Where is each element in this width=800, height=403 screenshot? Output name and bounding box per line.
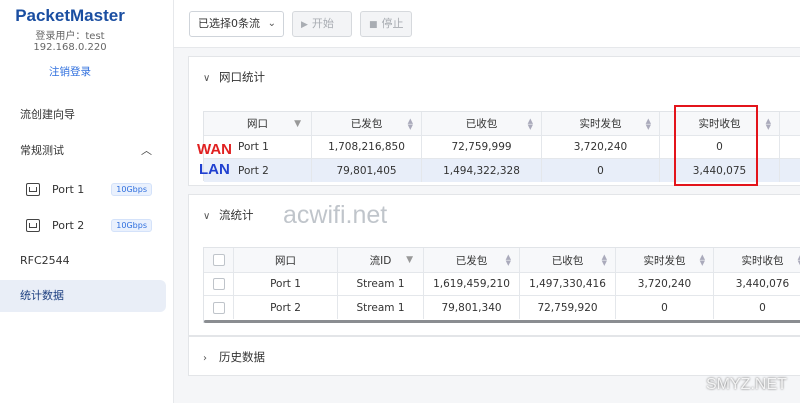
chevron-down-icon: ⌄ <box>267 18 276 29</box>
port-speed-badge: 10Gbps <box>111 218 152 232</box>
column-header[interactable]: 流ID ▼ <box>338 248 424 272</box>
row-checkbox[interactable] <box>212 278 225 290</box>
highlight-box <box>674 105 758 186</box>
chevron-up-icon: ︿ <box>141 144 152 157</box>
port-speed-badge: 10Gbps <box>111 182 152 196</box>
sort-icon[interactable]: ▲▼ <box>528 117 533 130</box>
column-header[interactable]: 实时发包 ▲ ▼ <box>542 112 660 135</box>
ethernet-port-icon <box>26 218 40 232</box>
table-row[interactable]: Port 2 Stream 1 79,801,340 72,759,920 0 … <box>204 296 800 319</box>
port-stats-title: 网口统计 <box>219 70 265 84</box>
sidebar: PacketMaster 登录用户：test 192.168.0.220 注销登… <box>0 0 174 403</box>
ethernet-port-icon <box>26 182 40 196</box>
filter-icon[interactable]: ▼ <box>406 255 413 265</box>
logout-link[interactable]: 注销登录 <box>0 64 140 79</box>
nav-port-1[interactable]: Port 1 10Gbps <box>0 172 166 206</box>
filter-icon[interactable]: ▼ <box>294 119 301 129</box>
flow-stats-table: 网口 流ID▼ 已发包▲▼ 已收包▲▼ 实时发包▲▼ 实时收包▲▼ Port 1… <box>203 247 800 323</box>
column-header[interactable]: 网口 <box>234 248 338 272</box>
stop-button-label: 停止 <box>381 17 404 30</box>
stop-button[interactable]: ■ 停止 <box>360 11 412 37</box>
sort-icon[interactable]: ▲▼ <box>766 117 771 130</box>
stop-icon: ■ <box>369 20 378 30</box>
start-button-label: 开始 <box>311 17 334 30</box>
table-header-row: 网口 流ID▼ 已发包▲▼ 已收包▲▼ 实时发包▲▼ 实时收包▲▼ <box>204 248 800 273</box>
play-icon: ▶ <box>301 20 308 30</box>
chevron-down-icon: ∨ <box>203 211 211 222</box>
flow-select-value: 已选择0条流 <box>198 17 260 30</box>
history-panel: › 历史数据 <box>188 336 800 376</box>
flow-stats-title: 流统计 <box>219 208 254 222</box>
column-header[interactable]: 已发包 ▲ ▼ <box>424 248 520 272</box>
column-header[interactable]: 已发包 ▲ ▼ <box>312 112 422 135</box>
center-watermark: acwifi.net <box>283 201 388 229</box>
table-row[interactable]: Port 1 Stream 1 1,619,459,210 1,497,330,… <box>204 273 800 296</box>
corner-watermark: SMYZ.NET <box>706 376 787 393</box>
column-header[interactable]: 已收包 ▲ ▼ <box>422 112 542 135</box>
flow-stats-header[interactable]: ∨ 流统计 <box>189 195 800 235</box>
brand-logo: PacketMaster <box>15 6 125 25</box>
column-header[interactable]: 实时收包▲▼ <box>714 248 800 272</box>
start-button[interactable]: ▶ 开始 <box>292 11 352 37</box>
lan-annotation: LAN <box>199 161 230 178</box>
nav-port-2-label: Port 2 <box>52 218 85 232</box>
history-title: 历史数据 <box>219 350 265 364</box>
history-header[interactable]: › 历史数据 <box>189 337 800 377</box>
nav-port-2[interactable]: Port 2 10Gbps <box>0 208 166 242</box>
port-stats-header[interactable]: ∨ 网口统计 <box>189 57 800 97</box>
sort-icon[interactable]: ▲▼ <box>408 117 413 130</box>
chevron-right-icon: › <box>203 353 207 364</box>
chevron-down-icon: ∨ <box>203 73 211 84</box>
column-header[interactable]: 实时发包 ▲ ▼ <box>616 248 714 272</box>
sort-icon[interactable]: ▲▼ <box>700 254 705 267</box>
select-all-checkbox[interactable] <box>212 254 225 266</box>
row-checkbox[interactable] <box>212 301 225 314</box>
nav-general-test[interactable]: 常规测试 ︿ <box>0 135 166 167</box>
main-content: ∨ 网口统计 网口 ▼ 已发包 ▲ ▼ 已收包 ▲ ▼ 实时发包 ▲ ▼ 实时收包 ▲ ▼ Port… <box>174 48 800 403</box>
sort-icon[interactable]: ▲▼ <box>602 254 607 267</box>
sort-icon[interactable]: ▲▼ <box>506 254 511 267</box>
sort-icon[interactable]: ▲▼ <box>646 117 651 130</box>
column-header[interactable]: 网口 ▼ <box>204 112 312 135</box>
nav-port-1-label: Port 1 <box>52 182 85 196</box>
horizontal-scrollbar[interactable] <box>204 320 800 323</box>
login-user-text: 登录用户：test <box>35 31 105 42</box>
device-ip-text: 192.168.0.220 <box>33 42 107 53</box>
flow-stats-panel: ∨ 流统计 网口 流ID▼ 已发包▲▼ 已收包▲▼ 实时发包▲▼ 实时收包▲▼ P… <box>188 194 800 336</box>
toolbar: 已选择0条流 ⌄ ▶ 开始 ■ 停止 <box>174 0 800 48</box>
nav-flow-wizard[interactable]: 流创建向导 <box>0 99 166 131</box>
nav-general-test-label: 常规测试 <box>20 144 64 157</box>
nav-statistics[interactable]: 统计数据 <box>0 280 166 312</box>
flow-select-dropdown[interactable]: 已选择0条流 ⌄ <box>189 11 284 37</box>
column-header[interactable]: 已收包 ▲ ▼ <box>520 248 616 272</box>
nav-rfc2544[interactable]: RFC2544 <box>0 245 166 277</box>
wan-annotation: WAN <box>197 141 232 158</box>
